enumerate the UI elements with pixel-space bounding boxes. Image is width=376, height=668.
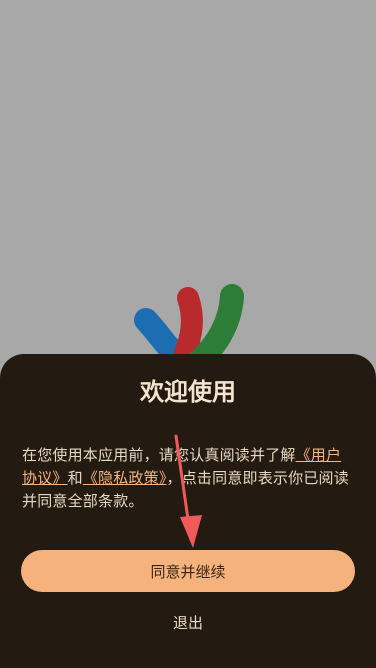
- dialog-text-intro: 在您使用本应用前，请您认真阅读并了解: [22, 446, 296, 464]
- app-screen: 欢迎使用 在您使用本应用前，请您认真阅读并了解《用户协议》和《隐私政策》，点击同…: [0, 0, 376, 668]
- dialog-body-text: 在您使用本应用前，请您认真阅读并了解《用户协议》和《隐私政策》，点击同意即表示你…: [22, 444, 356, 513]
- privacy-policy-link[interactable]: 《隐私政策》: [83, 469, 167, 487]
- agree-continue-button[interactable]: 同意并继续: [21, 550, 355, 592]
- dialog-title: 欢迎使用: [140, 378, 236, 406]
- dialog-text-and: 和: [67, 469, 83, 487]
- exit-button[interactable]: 退出: [138, 608, 238, 636]
